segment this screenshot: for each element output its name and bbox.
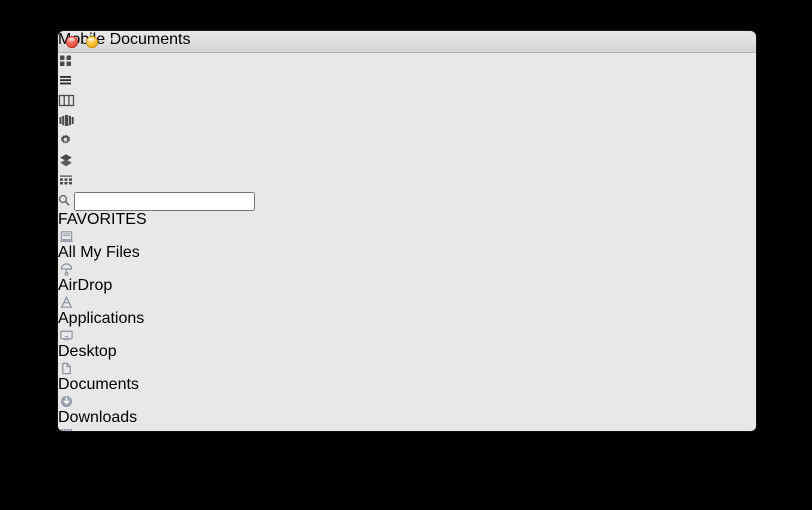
gear-icon [60,134,71,144]
finder-window: Mobile Documents FAVORITES All My Files … [58,31,756,431]
sidebar-item-label: Desktop [58,343,117,360]
sidebar: FAVORITES All My Files AirDrop Applicati… [58,211,756,431]
action-button[interactable] [58,133,756,153]
traffic-lights [66,36,118,48]
list-icon [60,76,71,85]
view-mode-control [58,53,756,133]
downloads-icon [58,394,74,409]
sidebar-item-applications[interactable]: Applications [58,295,756,328]
sidebar-item-movies[interactable]: Movies [58,427,756,431]
column-view-button[interactable] [58,93,756,113]
desktop-icon [58,328,74,343]
icon-view-button[interactable] [58,53,756,73]
sidebar-section-favorites: FAVORITES [58,211,147,228]
search-field[interactable] [58,192,756,211]
movies-icon [58,427,74,431]
list-view-button[interactable] [58,73,756,93]
window-body: FAVORITES All My Files AirDrop Applicati… [58,211,756,431]
sidebar-item-label: Downloads [58,409,138,426]
downloads-icon [60,395,72,408]
sidebar-item-label: All My Files [58,244,140,261]
minimize-button[interactable] [86,36,98,48]
sidebar-item-downloads[interactable]: Downloads [58,394,756,427]
documents-icon [58,361,74,376]
grid-icon [60,55,71,66]
documents-icon [61,362,71,375]
sidebar-item-label: AirDrop [58,277,113,294]
all-my-files-icon [59,231,73,242]
arrange-button[interactable] [58,173,756,192]
columns-icon [58,94,75,107]
sidebar-item-desktop[interactable]: Desktop [58,328,756,361]
applications-icon [60,295,72,308]
airdrop-icon [60,263,72,276]
zoom-button[interactable] [106,36,118,48]
sidebar-item-label: Applications [58,310,145,327]
share-icon [60,154,72,167]
toolbar [58,53,756,211]
title-bar[interactable]: Mobile Documents [58,31,756,53]
close-button[interactable] [66,36,78,48]
search-icon [58,194,70,206]
share-button[interactable] [58,153,756,173]
applications-icon [58,295,74,310]
arrange-icon [60,175,72,185]
sidebar-item-list: All My Files AirDrop Applications Deskto… [58,229,756,431]
coverflow-view-button[interactable] [58,113,756,133]
search-input[interactable] [74,192,256,211]
coverflow-icon [59,115,74,126]
airdrop-icon [58,262,74,277]
sidebar-item-label: Documents [58,376,139,393]
window-title: Mobile Documents [58,31,756,49]
sidebar-item-all-my-files[interactable]: All My Files [58,229,756,262]
all-my-files-icon [58,229,74,244]
desktop-icon [59,330,73,341]
movies-icon [60,429,72,431]
sidebar-item-airdrop[interactable]: AirDrop [58,262,756,295]
sidebar-item-documents[interactable]: Documents [58,361,756,394]
